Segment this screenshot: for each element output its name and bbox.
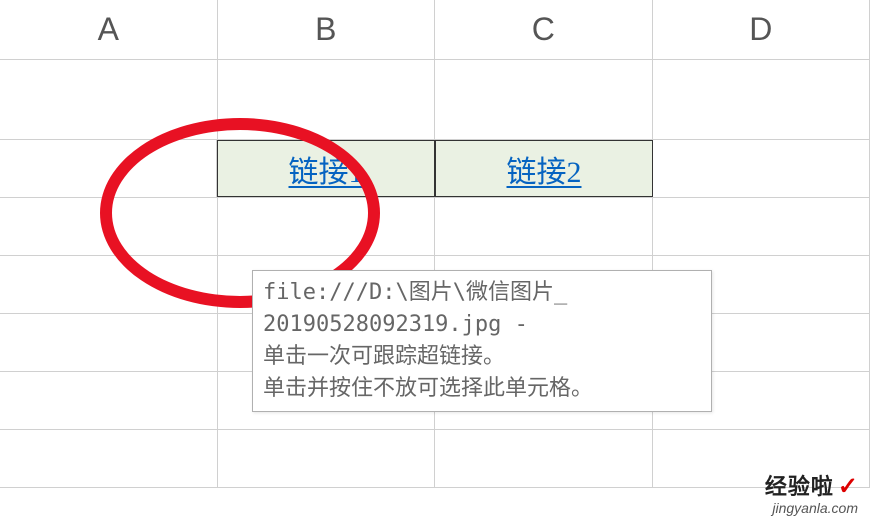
column-header-d[interactable]: D — [653, 0, 870, 59]
cell-d1[interactable] — [653, 60, 870, 139]
cell-d3[interactable] — [653, 198, 870, 255]
column-header-c[interactable]: C — [435, 0, 653, 59]
cell-a4[interactable] — [0, 256, 218, 313]
cell-b1[interactable] — [218, 60, 436, 139]
hyperlink-1[interactable]: 链接1 — [289, 147, 364, 191]
cell-a3[interactable] — [0, 198, 218, 255]
cell-c1[interactable] — [435, 60, 653, 139]
cell-a2[interactable] — [0, 140, 217, 197]
cell-c7[interactable] — [435, 430, 653, 487]
cell-a5[interactable] — [0, 314, 218, 371]
cell-a1[interactable] — [0, 60, 218, 139]
cell-b3[interactable] — [218, 198, 436, 255]
tooltip-line-4: 单击并按住不放可选择此单元格。 — [263, 373, 701, 405]
tooltip-line-3: 单击一次可跟踪超链接。 — [263, 341, 701, 373]
hyperlink-tooltip: file:///D:\图片\微信图片_ 20190528092319.jpg -… — [252, 270, 712, 412]
cell-b2[interactable]: 链接1 — [217, 140, 435, 197]
watermark-url: jingyanla.com — [765, 501, 858, 516]
grid-row-1 — [0, 60, 870, 140]
column-header-b[interactable]: B — [218, 0, 436, 59]
tooltip-line-1: file:///D:\图片\微信图片_ — [263, 277, 701, 309]
cell-d2[interactable] — [653, 140, 870, 197]
cell-a7[interactable] — [0, 430, 218, 487]
spreadsheet-grid: A B C D 链接1 链接2 — [0, 0, 870, 524]
check-icon: ✓ — [838, 473, 858, 500]
column-header-row: A B C D — [0, 0, 870, 60]
grid-row-7 — [0, 430, 870, 488]
cell-a6[interactable] — [0, 372, 218, 429]
watermark-text: 经验啦 — [765, 474, 834, 499]
hyperlink-2[interactable]: 链接2 — [507, 147, 582, 191]
grid-row-2: 链接1 链接2 — [0, 140, 870, 198]
watermark: 经验啦✓ jingyanla.com — [765, 474, 858, 516]
cell-c2[interactable]: 链接2 — [435, 140, 653, 197]
column-header-a[interactable]: A — [0, 0, 218, 59]
grid-row-3 — [0, 198, 870, 256]
cell-b7[interactable] — [218, 430, 436, 487]
tooltip-line-2: 20190528092319.jpg - — [263, 309, 701, 341]
cell-c3[interactable] — [435, 198, 653, 255]
